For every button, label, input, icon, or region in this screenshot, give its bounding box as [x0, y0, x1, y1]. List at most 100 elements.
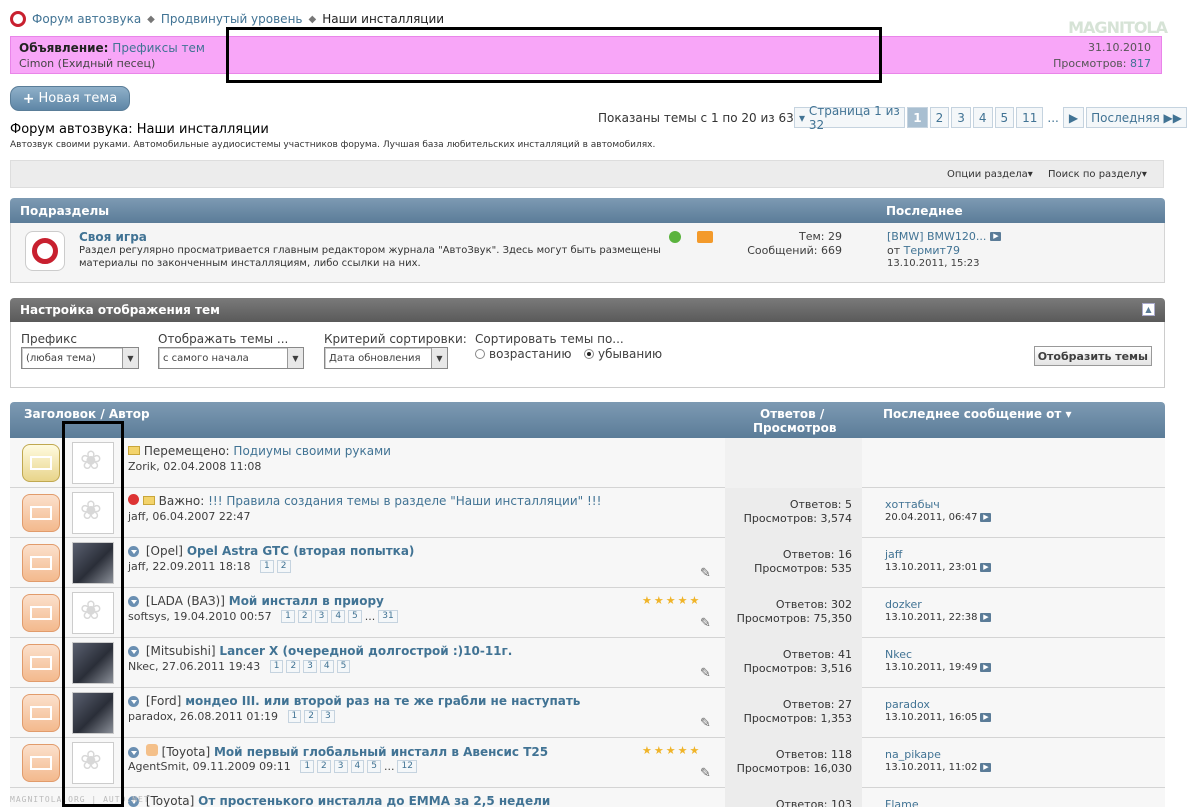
- thread-row[interactable]: Перемещено: Подиумы своими руками Zorik,…: [10, 438, 1165, 488]
- thread-page-link[interactable]: 31: [378, 610, 398, 623]
- rss-icon[interactable]: [697, 231, 713, 243]
- thread-row[interactable]: Важно: !!! Правила создания темы в разде…: [10, 488, 1165, 538]
- go-to-post-icon[interactable]: ▶: [980, 713, 992, 722]
- go-to-post-icon[interactable]: ▶: [980, 613, 992, 622]
- thread-row[interactable]: [LADA (ВАЗ)] Мой инсталл в приору softsy…: [10, 588, 1165, 638]
- pagination-page-info[interactable]: ▾ Страница 1 из 32: [794, 104, 906, 132]
- forum-home-icon[interactable]: [10, 11, 26, 27]
- page-link[interactable]: 1: [907, 107, 928, 128]
- go-to-post-icon[interactable]: ▶: [980, 763, 992, 772]
- thread-page-link[interactable]: 3: [321, 710, 335, 723]
- thread-row[interactable]: [Toyota] От простенького инсталла до EMM…: [10, 788, 1165, 807]
- breadcrumb-link-advanced[interactable]: Продвинутый уровень: [161, 12, 303, 26]
- section-search-menu[interactable]: Поиск по разделу▾: [1048, 169, 1147, 180]
- col-replies-header[interactable]: Ответов /: [760, 407, 824, 421]
- subforum-last-post: [BMW] BMW120... ▶: [887, 230, 1002, 243]
- subforum-last-user-link[interactable]: Термит79: [904, 244, 960, 257]
- go-to-first-unread-icon[interactable]: [128, 596, 139, 607]
- prefix-select[interactable]: (любая тема) ▼: [21, 347, 139, 369]
- page-link[interactable]: 5: [994, 107, 1015, 128]
- last-post-user[interactable]: Flame: [885, 798, 919, 807]
- thread-page-link[interactable]: 1: [287, 710, 302, 723]
- go-to-first-unread-icon[interactable]: [128, 646, 139, 657]
- thread-title-link[interactable]: Opel Astra GTC (вторая попытка): [187, 544, 415, 558]
- go-to-post-icon[interactable]: ▶: [980, 513, 992, 522]
- last-post-user[interactable]: хоттабыч: [885, 498, 940, 511]
- order-asc-option[interactable]: возрастанию: [475, 347, 571, 361]
- thread-page-link[interactable]: 1: [269, 660, 284, 673]
- thread-page-link[interactable]: 1: [281, 610, 295, 623]
- subforum-last-post-link[interactable]: [BMW] BMW120...: [887, 230, 986, 243]
- breadcrumb-current: Наши инсталляции: [322, 12, 445, 26]
- thread-title-link[interactable]: Мой первый глобальный инсталл в Авенсис …: [214, 745, 548, 759]
- thread-page-link[interactable]: 4: [350, 760, 365, 773]
- thread-page-link[interactable]: 12: [397, 760, 417, 773]
- rating-stars-icon: ★★★★★: [642, 744, 702, 757]
- show-select[interactable]: с самого начала ▼: [158, 347, 304, 369]
- last-page-link[interactable]: Последняя ▶▶: [1086, 107, 1187, 128]
- page-link[interactable]: 2: [929, 107, 950, 128]
- breadcrumb-link-forum[interactable]: Форум автозвука: [32, 12, 141, 26]
- last-post-user[interactable]: jaff: [885, 548, 902, 561]
- last-post-user[interactable]: dozker: [885, 598, 922, 611]
- breadcrumb: Форум автозвука ◆ Продвинутый уровень ◆ …: [10, 10, 444, 28]
- go-to-first-unread-icon[interactable]: [128, 546, 139, 557]
- next-page-icon[interactable]: ▶: [1062, 107, 1085, 128]
- page-link[interactable]: 3: [951, 107, 971, 128]
- announcement-link[interactable]: Префиксы тем: [112, 41, 205, 55]
- thread-page-link[interactable]: 2: [317, 760, 331, 773]
- thread-page-link[interactable]: 5: [336, 660, 351, 673]
- thread-prefix: [Toyota]: [145, 794, 195, 807]
- thread-page-link[interactable]: 3: [303, 660, 317, 673]
- thread-page-link[interactable]: 2: [297, 610, 312, 623]
- thread-page-link[interactable]: 5: [367, 760, 381, 773]
- go-to-post-icon[interactable]: ▶: [980, 663, 992, 672]
- thread-page-link[interactable]: 4: [331, 610, 346, 623]
- order-desc-option[interactable]: убыванию: [584, 347, 662, 361]
- last-post-user[interactable]: Nkec: [885, 648, 912, 661]
- attachment-icon: ✎: [700, 566, 711, 581]
- page-link[interactable]: 4: [972, 107, 993, 128]
- thread-row[interactable]: [Toyota] Мой первый глобальный инсталл в…: [10, 738, 1165, 788]
- thread-page-link[interactable]: 2: [276, 560, 291, 573]
- thread-row[interactable]: [Mitsubishi] Lancer X (очередной долгост…: [10, 638, 1165, 688]
- col-last-post-header[interactable]: Последнее сообщение от ▾: [883, 407, 1072, 421]
- thread-row[interactable]: [Opel] Opel Astra GTC (вторая попытка) j…: [10, 538, 1165, 588]
- last-post-user[interactable]: na_pikape: [885, 748, 941, 761]
- thread-page-link[interactable]: 2: [286, 660, 301, 673]
- last-post-user[interactable]: paradox: [885, 698, 930, 711]
- collapse-icon[interactable]: ▲: [1142, 303, 1155, 316]
- thread-status-icon: [22, 594, 60, 632]
- show-threads-button[interactable]: Отобразить темы: [1033, 346, 1152, 366]
- radio-asc[interactable]: [475, 349, 485, 359]
- thread-page-link[interactable]: 3: [314, 610, 329, 623]
- thread-page-link[interactable]: 2: [304, 710, 319, 723]
- thread-page-link[interactable]: 1: [260, 560, 274, 573]
- thread-title-link[interactable]: От простенького инсталла до EMMA за 2,5 …: [198, 794, 550, 807]
- thread-page-link[interactable]: 1: [300, 760, 315, 773]
- col-title-header[interactable]: Заголовок / Автор: [24, 407, 150, 421]
- go-to-post-icon[interactable]: ▶: [980, 563, 992, 572]
- thread-row[interactable]: [Ford] мондео III. или второй раз на те …: [10, 688, 1165, 738]
- thread-title-link[interactable]: мондео III. или второй раз на те же граб…: [185, 694, 580, 708]
- page-link[interactable]: 11: [1016, 107, 1044, 128]
- go-to-first-unread-icon[interactable]: [128, 747, 139, 758]
- col-views-header[interactable]: Просмотров: [753, 421, 836, 435]
- sort-select[interactable]: Дата обновления ▼: [324, 347, 448, 369]
- thread-page-link[interactable]: 4: [319, 660, 334, 673]
- thread-page-link[interactable]: 3: [333, 760, 348, 773]
- announcement-views: Просмотров: 817: [1053, 57, 1151, 70]
- radio-desc[interactable]: [584, 349, 594, 359]
- thread-title-link[interactable]: !!! Правила создания темы в разделе "Наш…: [208, 494, 601, 508]
- go-to-post-icon[interactable]: ▶: [990, 232, 1002, 241]
- new-topic-button[interactable]: + Новая тема: [10, 86, 130, 111]
- thread-title-link[interactable]: Lancer X (очередной долгострой :)10-11г.: [219, 644, 512, 658]
- announcement-views-count[interactable]: 817: [1130, 57, 1151, 70]
- thread-page-link[interactable]: 5: [348, 610, 362, 623]
- go-to-first-unread-icon[interactable]: [128, 696, 139, 707]
- last-post-date: 13.10.2011, 11:02 ▶: [885, 762, 992, 773]
- section-options-menu[interactable]: Опции раздела▾: [947, 169, 1033, 180]
- thread-title-link[interactable]: Подиумы своими руками: [233, 444, 391, 458]
- subforum-title-link[interactable]: Своя игра: [79, 230, 147, 244]
- thread-title-link[interactable]: Мой инсталл в приору: [229, 594, 384, 608]
